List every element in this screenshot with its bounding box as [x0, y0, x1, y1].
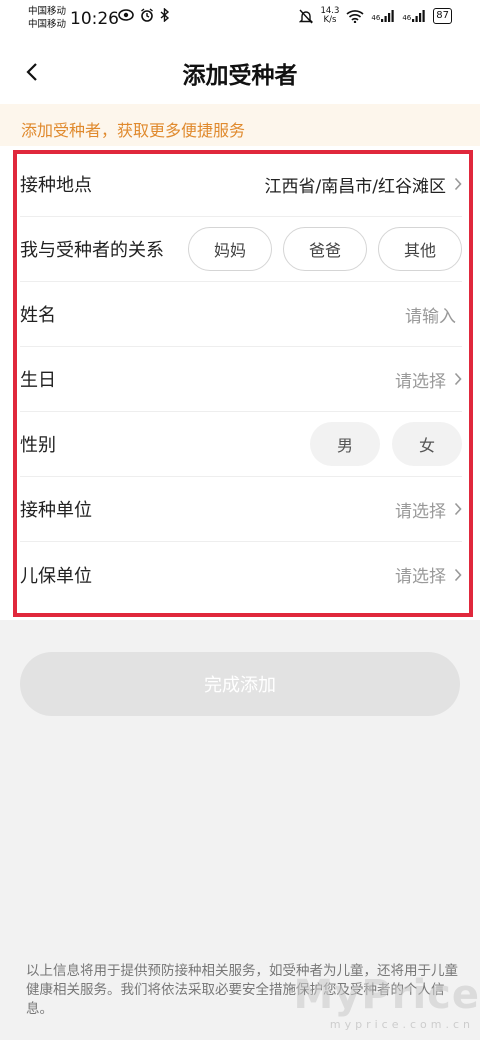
carrier-info: 中国移动 中国移动	[28, 5, 66, 31]
chevron-right-icon	[454, 568, 462, 581]
relation-option-other[interactable]: 其他	[378, 227, 462, 271]
clock: 10:26	[70, 9, 119, 29]
carrier-1: 中国移动	[28, 6, 67, 17]
child-care-unit-row[interactable]: 儿保单位 请选择	[20, 542, 462, 607]
birthday-placeholder: 请选择	[395, 371, 446, 392]
carrier-2: 中国移动	[28, 19, 67, 30]
relation-options: 妈妈 爸爸 其他	[188, 227, 462, 271]
chevron-right-icon	[454, 502, 462, 516]
mute-bell-icon	[299, 9, 314, 23]
relation-option-dad[interactable]: 爸爸	[283, 227, 367, 271]
watermark-logo: MyPrice	[293, 972, 480, 1018]
signal-bars-icon	[381, 10, 395, 22]
vaccination-unit-row[interactable]: 接种单位 请选择	[20, 477, 462, 542]
location-value-container[interactable]: 江西省/南昌市/红谷滩区	[265, 172, 462, 197]
notice-banner: 添加受种者，获取更多便捷服务	[0, 104, 480, 146]
page-title: 添加受种者	[182, 63, 298, 89]
gender-option-female[interactable]: 女	[392, 422, 462, 466]
complete-add-button[interactable]: 完成添加	[20, 652, 460, 716]
birthday-row[interactable]: 生日 请选择	[20, 347, 462, 412]
signal-2: 46	[402, 10, 426, 22]
child-care-unit-label: 儿保单位	[20, 565, 92, 587]
net-speed: 14.3 K/s	[320, 6, 340, 25]
location-label: 接种地点	[20, 175, 92, 196]
nav-bar: 添加受种者	[0, 40, 480, 104]
child-care-unit-placeholder: 请选择	[395, 567, 446, 587]
relation-label: 我与受种者的关系	[20, 240, 164, 261]
battery-indicator: 87	[433, 8, 452, 24]
signal-1: 46	[371, 10, 395, 22]
wifi-icon	[346, 10, 364, 23]
child-care-unit-picker[interactable]: 请选择	[395, 562, 462, 587]
chevron-right-icon	[454, 177, 462, 191]
signal-bars-icon	[412, 10, 425, 22]
relation-row: 我与受种者的关系 妈妈 爸爸 其他	[20, 217, 462, 282]
bluetooth-icon	[160, 8, 170, 22]
gender-option-male[interactable]: 男	[310, 422, 380, 466]
status-icons-right: 14.3 K/s 46 46 87	[299, 7, 452, 25]
location-row[interactable]: 接种地点 江西省/南昌市/红谷滩区	[20, 152, 462, 217]
relation-option-mom[interactable]: 妈妈	[188, 227, 272, 271]
name-label: 姓名	[20, 305, 56, 326]
location-value: 江西省/南昌市/红谷滩区	[264, 176, 446, 197]
status-bar: 中国移动 中国移动 10:26 14.3 K/s 46 46 87	[0, 0, 480, 40]
name-row[interactable]: 姓名 请输入	[20, 282, 462, 347]
form-card: 接种地点 江西省/南昌市/红谷滩区 我与受种者的关系 妈妈 爸爸 其他 姓名 请…	[0, 146, 480, 620]
watermark-domain: myprice.com.cn	[329, 1018, 474, 1031]
birthday-label: 生日	[20, 370, 56, 391]
gender-label: 性别	[20, 435, 56, 456]
status-icons-left	[118, 8, 170, 22]
vaccination-unit-label: 接种单位	[20, 500, 92, 521]
gender-row: 性别 男 女	[20, 412, 462, 477]
chevron-right-icon	[454, 372, 462, 386]
alarm-icon	[141, 8, 153, 22]
vaccination-unit-picker[interactable]: 请选择	[395, 497, 462, 522]
name-input[interactable]: 请输入	[405, 302, 456, 327]
vaccination-unit-placeholder: 请选择	[395, 501, 446, 522]
eye-icon	[118, 9, 134, 21]
birthday-picker[interactable]: 请选择	[395, 367, 462, 392]
gender-options: 男 女	[310, 422, 462, 466]
